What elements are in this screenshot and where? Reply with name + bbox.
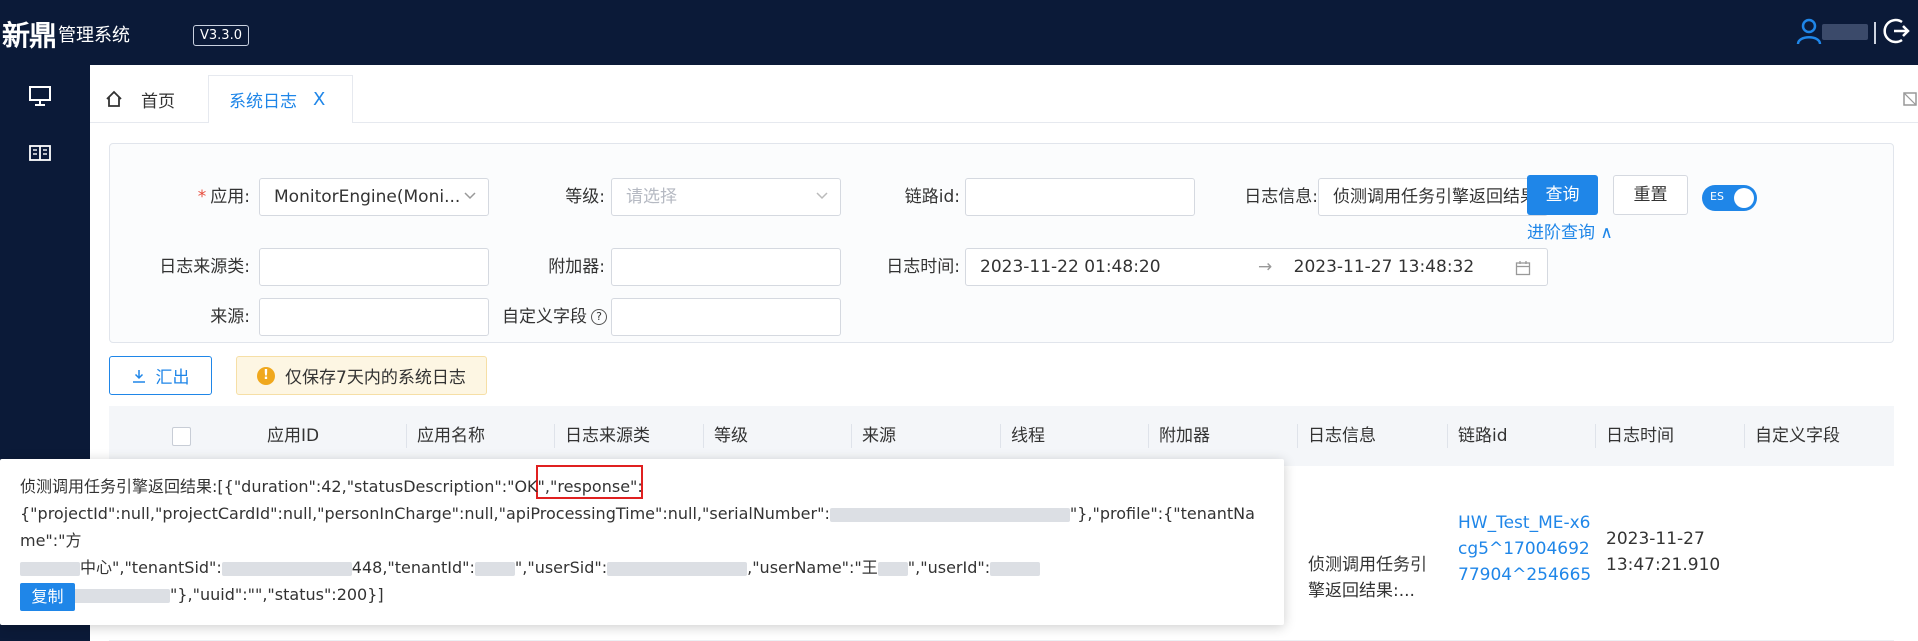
chevron-down-icon <box>816 192 828 200</box>
appender-input[interactable] <box>611 248 841 286</box>
calendar-icon <box>1515 261 1531 276</box>
tab-home-label: 首页 <box>141 91 175 112</box>
redacted-value <box>474 561 515 576</box>
custom-field-label: 自定义字段? <box>490 298 607 336</box>
column-header-log-info[interactable]: 日志信息 <box>1298 406 1376 466</box>
level-select-placeholder: 请选择 <box>626 187 677 207</box>
redacted-value <box>990 561 1041 576</box>
retention-warning: ! 仅保存7天内的系统日志 <box>236 356 487 395</box>
column-header-level[interactable]: 等级 <box>704 406 748 466</box>
trace-id-input[interactable] <box>965 178 1195 216</box>
log-detail-popover: 侦测调用任务引擎返回结果:[{"duration":42,"statusDesc… <box>0 459 1284 625</box>
log-detail-text[interactable]: 侦测调用任务引擎返回结果:[{"duration":42,"statusDesc… <box>20 473 1265 608</box>
redacted-value <box>20 561 80 576</box>
log-time-range[interactable]: 2023-11-22 01:48:20 → 2023-11-27 13:48:3… <box>965 248 1548 286</box>
version-badge: V3.3.0 <box>193 25 249 46</box>
cell-log-info[interactable]: 侦测调用任务引擎返回结果:... <box>1308 552 1443 604</box>
trace-id-label: 链路id: <box>904 187 960 207</box>
reset-button[interactable]: 重置 <box>1613 175 1688 215</box>
user-name-redacted[interactable] <box>1822 24 1868 40</box>
custom-field-input[interactable] <box>611 298 841 336</box>
cell-log-time: 2023-11-27 13:47:21.910 <box>1606 529 1721 575</box>
query-button[interactable]: 查询 <box>1527 175 1598 215</box>
divider <box>1874 22 1876 44</box>
level-label: 等级: <box>565 187 605 207</box>
tab-close-icon[interactable]: X <box>313 89 325 110</box>
appender-label: 附加器: <box>548 257 605 277</box>
range-arrow: → <box>1257 257 1273 277</box>
redacted-value <box>877 561 908 576</box>
column-header-thread[interactable]: 线程 <box>1001 406 1045 466</box>
select-all-checkbox[interactable] <box>172 427 191 446</box>
column-header-appender[interactable]: 附加器 <box>1149 406 1210 466</box>
app-select-value: MonitorEngine(Moni... <box>274 187 461 207</box>
toggle-knob <box>1734 188 1754 208</box>
warning-text: 仅保存7天内的系统日志 <box>285 368 466 388</box>
source-type-input[interactable] <box>259 248 489 286</box>
download-icon <box>132 369 145 383</box>
column-header-custom-field[interactable]: 自定义字段 <box>1745 406 1840 466</box>
column-header-trace-id[interactable]: 链路id <box>1448 406 1508 466</box>
cell-trace-id-link[interactable]: HW_Test_ME-x6cg5^1700469277904^254665 <box>1458 510 1593 588</box>
log-info-label: 日志信息: <box>1244 187 1318 207</box>
column-header-log-time[interactable]: 日志时间 <box>1596 406 1674 466</box>
table-header: 应用ID 应用名称 日志来源类 等级 来源 线程 附加器 日志信息 链路id 日… <box>109 406 1894 466</box>
level-select[interactable]: 请选择 <box>611 178 841 216</box>
logout-icon[interactable] <box>1882 16 1910 46</box>
top-navbar: 新鼎 管理系统 V3.3.0 <box>0 0 1918 65</box>
export-button[interactable]: 汇出 <box>109 356 212 395</box>
tab-bar: 首页 系统日志 X <box>90 65 1918 123</box>
tab-system-log[interactable]: 系统日志 X <box>208 75 353 123</box>
redacted-value <box>607 561 748 576</box>
log-info-input[interactable]: 侦测调用任务引擎返回结果 <box>1318 178 1548 216</box>
export-label: 汇出 <box>155 368 190 388</box>
origin-label: 来源: <box>210 307 250 327</box>
user-icon[interactable] <box>1796 17 1822 45</box>
help-icon[interactable]: ? <box>591 309 607 325</box>
advanced-query-link[interactable]: 进阶查询 ∧ <box>1527 218 1613 243</box>
monitor-icon[interactable] <box>28 85 52 107</box>
app-logo[interactable]: 新鼎 管理系统 <box>2 14 130 54</box>
time-start[interactable]: 2023-11-22 01:48:20 <box>980 257 1161 277</box>
column-header-source-type[interactable]: 日志来源类 <box>555 406 650 466</box>
app-select[interactable]: MonitorEngine(Moni... <box>259 178 489 216</box>
app-label: * 应用: <box>197 187 250 207</box>
origin-input[interactable] <box>259 298 489 336</box>
chevron-down-icon <box>464 192 476 200</box>
tab-home[interactable]: 首页 <box>105 75 205 123</box>
es-toggle-label: ES <box>1710 190 1724 203</box>
logo-system-name: 管理系统 <box>58 25 131 46</box>
redacted-value <box>829 507 1070 522</box>
home-icon <box>106 90 122 107</box>
tab-system-log-label: 系统日志 <box>229 92 297 112</box>
column-header-origin[interactable]: 来源 <box>852 406 896 466</box>
column-header-app-id[interactable]: 应用ID <box>257 406 319 466</box>
copy-button[interactable]: 复制 <box>20 583 75 611</box>
log-time-label: 日志时间: <box>886 257 960 277</box>
column-header-app-name[interactable]: 应用名称 <box>407 406 485 466</box>
tab-menu-icon[interactable] <box>1902 90 1918 108</box>
time-end[interactable]: 2023-11-27 13:48:32 <box>1294 257 1475 277</box>
es-toggle[interactable]: ES <box>1702 185 1757 211</box>
source-type-label: 日志来源类: <box>159 257 250 277</box>
book-icon[interactable] <box>28 142 52 164</box>
redacted-value <box>221 561 352 576</box>
logo-brand: 新鼎 <box>2 19 57 52</box>
warning-icon: ! <box>257 366 275 385</box>
